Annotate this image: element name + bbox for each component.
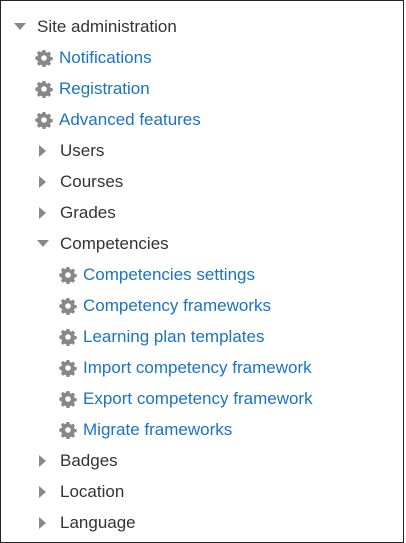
tree-link-competency-frameworks[interactable]: Competency frameworks bbox=[59, 291, 271, 321]
tree-link-import-competency-framework[interactable]: Import competency framework bbox=[59, 353, 312, 383]
caret-right-icon bbox=[36, 516, 50, 530]
caret-down-icon bbox=[13, 20, 27, 34]
tree-link-label: Migrate frameworks bbox=[83, 420, 233, 439]
tree-link-competencies-settings[interactable]: Competencies settings bbox=[59, 260, 255, 290]
tree-link-label: Competencies settings bbox=[83, 265, 255, 284]
caret-down-icon bbox=[36, 237, 50, 251]
tree-node-label: Grades bbox=[60, 203, 116, 222]
gear-icon bbox=[35, 80, 53, 98]
tree-node-site-administration[interactable]: Site administration bbox=[13, 12, 177, 42]
tree-link-registration[interactable]: Registration bbox=[35, 74, 150, 104]
tree-link-label: Advanced features bbox=[59, 110, 201, 129]
caret-right-icon bbox=[36, 454, 50, 468]
tree-link-notifications[interactable]: Notifications bbox=[35, 43, 152, 73]
caret-right-icon bbox=[36, 175, 50, 189]
site-admin-tree: Site administration Notifications Regist… bbox=[0, 0, 404, 543]
gear-icon bbox=[59, 421, 77, 439]
tree-link-label: Export competency framework bbox=[83, 389, 313, 408]
gear-icon bbox=[59, 359, 77, 377]
tree-node-label: Courses bbox=[60, 172, 124, 191]
tree-node-courses[interactable]: Courses bbox=[36, 167, 123, 197]
tree-link-migrate-frameworks[interactable]: Migrate frameworks bbox=[59, 415, 232, 445]
tree-node-language[interactable]: Language bbox=[36, 508, 136, 538]
tree-node-label: Site administration bbox=[37, 17, 177, 36]
tree-node-label: Location bbox=[60, 482, 125, 501]
gear-icon bbox=[59, 297, 77, 315]
tree-link-label: Notifications bbox=[59, 48, 152, 67]
caret-right-icon bbox=[36, 144, 50, 158]
tree-node-users[interactable]: Users bbox=[36, 136, 104, 166]
gear-icon bbox=[59, 390, 77, 408]
gear-icon bbox=[59, 328, 77, 346]
tree-node-label: Users bbox=[60, 141, 105, 160]
tree-link-export-competency-framework[interactable]: Export competency framework bbox=[59, 384, 313, 414]
tree-link-learning-plan-templates[interactable]: Learning plan templates bbox=[59, 322, 264, 352]
gear-icon bbox=[35, 49, 53, 67]
caret-right-icon bbox=[36, 485, 50, 499]
tree-link-label: Competency frameworks bbox=[83, 296, 272, 315]
tree-node-competencies[interactable]: Competencies bbox=[36, 229, 169, 259]
tree-link-label: Learning plan templates bbox=[83, 327, 265, 346]
tree-node-label: Language bbox=[60, 513, 136, 532]
tree-link-label: Import competency framework bbox=[83, 358, 312, 377]
gear-icon bbox=[59, 266, 77, 284]
tree-node-label: Badges bbox=[60, 451, 118, 470]
tree-link-label: Registration bbox=[59, 79, 150, 98]
tree-node-label: Competencies bbox=[60, 234, 169, 253]
tree-node-badges[interactable]: Badges bbox=[36, 446, 118, 476]
tree-node-location[interactable]: Location bbox=[36, 477, 124, 507]
gear-icon bbox=[35, 111, 53, 129]
tree-node-grades[interactable]: Grades bbox=[36, 198, 116, 228]
caret-right-icon bbox=[36, 206, 50, 220]
tree-link-advanced-features[interactable]: Advanced features bbox=[35, 105, 201, 135]
